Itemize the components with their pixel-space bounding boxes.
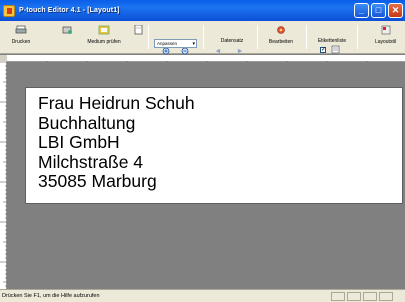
address-line: Milchstraße 4 bbox=[38, 151, 144, 172]
minimize-button[interactable]: _ bbox=[354, 3, 369, 18]
status-panel bbox=[363, 292, 377, 301]
toolbar-separator bbox=[148, 25, 149, 49]
status-panel bbox=[331, 292, 345, 301]
address-line: Buchhaltung bbox=[38, 112, 136, 133]
layout-style-button[interactable]: Layoutstil bbox=[366, 23, 405, 53]
print-icon bbox=[15, 25, 27, 35]
toolbar-separator bbox=[306, 25, 307, 49]
label-list-group: Etikettenliste bbox=[312, 38, 352, 50]
check-media-label: Medium prüfen bbox=[87, 39, 121, 45]
address-text-block[interactable]: Frau Heidrun Schuh Buchhaltung LBI GmbH … bbox=[38, 93, 195, 192]
title-bar[interactable]: P-touch Editor 4.1 - [Layout1] _ □ ✕ bbox=[0, 0, 405, 21]
print-label: Drucken bbox=[11, 39, 31, 45]
status-text: Drücken Sie F1, um die Hilfe aufzurufen bbox=[2, 293, 100, 299]
zoom-value: Anpassen bbox=[157, 41, 178, 46]
address-line: Frau Heidrun Schuh bbox=[38, 93, 195, 113]
status-bar: Drücken Sie F1, um die Hilfe aufzurufen bbox=[0, 289, 405, 302]
chevron-down-icon: ▾ bbox=[192, 41, 195, 47]
check-media-button[interactable]: Medium prüfen bbox=[79, 23, 129, 53]
layout-style-icon bbox=[380, 25, 392, 35]
address-line: LBI GmbH bbox=[38, 132, 120, 152]
layout-style-label: Layoutstil bbox=[374, 39, 397, 45]
editor-canvas[interactable]: Frau Heidrun Schuh Buchhaltung LBI GmbH … bbox=[7, 62, 405, 289]
app-icon bbox=[3, 4, 15, 17]
window-controls: _ □ ✕ bbox=[354, 3, 403, 18]
page-setup-button[interactable] bbox=[131, 23, 145, 53]
label-list-label: Etikettenliste bbox=[317, 38, 347, 44]
status-panel bbox=[379, 292, 393, 301]
ruler-corner bbox=[0, 55, 7, 62]
page-icon bbox=[132, 25, 144, 35]
toolbar-separator bbox=[203, 25, 204, 49]
horizontal-ruler bbox=[6, 55, 405, 68]
toolbar-separator bbox=[257, 25, 258, 49]
zoom-dropdown[interactable]: Anpassen ▾ bbox=[154, 39, 197, 48]
print-button[interactable]: Drucken bbox=[6, 23, 36, 53]
edit-icon bbox=[275, 25, 287, 35]
vertical-ruler bbox=[0, 61, 7, 289]
maximize-button[interactable]: □ bbox=[371, 3, 386, 18]
toolbar-separator bbox=[357, 25, 358, 49]
database-label: Datensatz bbox=[220, 38, 244, 44]
toolbar: Drucken Medium prüfen ◄ ► Datensatz Bear… bbox=[0, 21, 405, 55]
printer-settings-icon bbox=[61, 25, 73, 35]
address-line: 35085 Marburg bbox=[38, 171, 157, 191]
window-title: P-touch Editor 4.1 - [Layout1] bbox=[19, 7, 120, 14]
edit-button[interactable]: Bearbeiten bbox=[263, 23, 299, 53]
database-group: Datensatz bbox=[210, 38, 254, 50]
edit-label: Bearbeiten bbox=[268, 39, 294, 45]
label-paper[interactable]: Frau Heidrun Schuh Buchhaltung LBI GmbH … bbox=[25, 87, 403, 204]
media-icon bbox=[98, 25, 110, 35]
print-options-button[interactable] bbox=[59, 23, 75, 53]
status-panel bbox=[347, 292, 361, 301]
close-button[interactable]: ✕ bbox=[388, 3, 403, 18]
